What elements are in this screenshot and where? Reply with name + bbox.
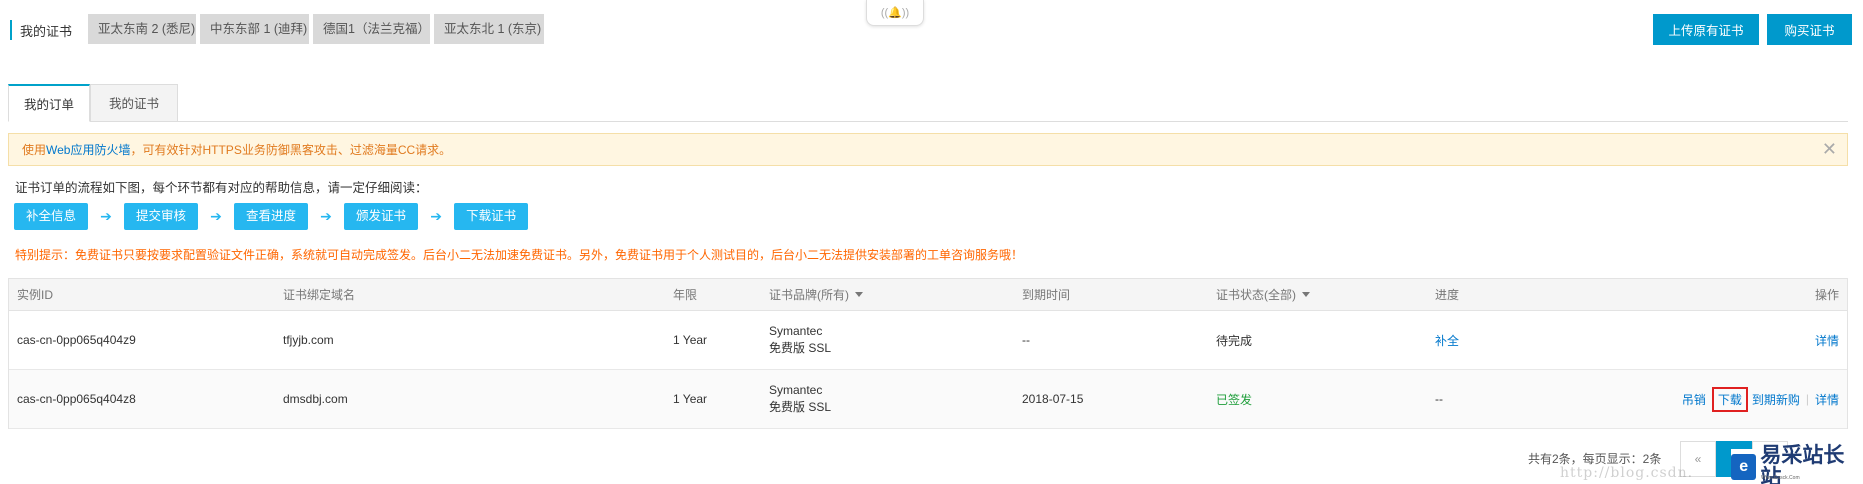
- col-status-filter[interactable]: 证书状态(全部): [1216, 279, 1310, 310]
- arrow-right-icon: ➔: [210, 208, 222, 224]
- step-complete-info[interactable]: 补全信息: [14, 203, 89, 230]
- col-progress: 进度: [1435, 288, 1460, 302]
- page-title: 我的证书: [20, 23, 73, 39]
- order-tabs: 我的订单 我的证书: [8, 84, 1848, 122]
- brand-edition: 免费版 SSL: [769, 341, 832, 355]
- col-actions: 操作: [1814, 288, 1839, 302]
- flow-description: 证书订单的流程如下图，每个环节都有对应的帮助信息，请一定仔细阅读：: [15, 181, 428, 195]
- revoke-link[interactable]: 吊销: [1682, 391, 1706, 408]
- logo-subtext: Www.Easck.Com: [1761, 475, 1800, 481]
- complete-info-link[interactable]: 补全: [1435, 311, 1459, 369]
- instance-id: cas-cn-0pp065q404z9: [17, 333, 136, 347]
- upload-certificate-button[interactable]: 上传原有证书: [1653, 14, 1759, 45]
- col-brand-filter[interactable]: 证书品牌(所有): [769, 279, 863, 310]
- year: 1 Year: [673, 333, 708, 347]
- order-flow-steps: 补全信息 ➔ 提交审核 ➔ 查看进度 ➔ 颁发证书 ➔ 下载证书: [14, 203, 529, 230]
- status-badge: 已签发: [1216, 392, 1253, 407]
- col-status-label: 证书状态(全部): [1216, 288, 1296, 302]
- expire-date: 2018-07-15: [1022, 392, 1084, 406]
- arrow-right-icon: ➔: [320, 208, 332, 224]
- orders-table: 实例ID 证书绑定域名 年限 证书品牌(所有) 到期时间 证书状态(全部) 进度…: [8, 278, 1848, 429]
- notification-bell-icon[interactable]: ((🔔)): [866, 0, 924, 26]
- download-link[interactable]: 下载: [1711, 386, 1748, 412]
- waf-link[interactable]: Web应用防火墙: [46, 141, 130, 158]
- logo-mark-icon: e: [1731, 453, 1757, 480]
- col-instance-id: 实例ID: [17, 288, 54, 302]
- buy-certificate-button[interactable]: 购买证书: [1767, 14, 1852, 45]
- region-tab-dubai[interactable]: 中东东部 1 (迪拜): [200, 14, 309, 44]
- brand-name: Symantec: [769, 324, 823, 338]
- region-tab-sydney[interactable]: 亚太东南 2 (悉尼): [88, 14, 196, 44]
- step-issue-cert[interactable]: 颁发证书: [344, 203, 419, 230]
- site-logo: e 易采站长站 Www.Easck.Com: [1731, 444, 1863, 484]
- brand: Symantec 免费版 SSL: [769, 311, 831, 369]
- action-separator: |: [1805, 392, 1809, 406]
- step-download-cert[interactable]: 下载证书: [454, 203, 529, 230]
- status-badge: 待完成: [1216, 333, 1253, 348]
- chevron-down-icon: [855, 292, 863, 297]
- chevron-down-icon: [1302, 292, 1310, 297]
- table-row: cas-cn-0pp065q404z9 tfjyjb.com 1 Year Sy…: [9, 311, 1847, 370]
- brand-name: Symantec: [769, 383, 823, 397]
- table-row: cas-cn-0pp065q404z8 dmsdbj.com 1 Year Sy…: [9, 370, 1847, 429]
- expire-date: --: [1022, 333, 1030, 347]
- year: 1 Year: [673, 392, 708, 406]
- step-check-progress[interactable]: 查看进度: [234, 203, 309, 230]
- region-tab-tokyo[interactable]: 亚太东北 1 (东京): [434, 14, 544, 44]
- renew-link[interactable]: 到期新购: [1752, 391, 1800, 408]
- col-brand-label: 证书品牌(所有): [769, 288, 849, 302]
- details-link[interactable]: 详情: [1815, 332, 1839, 349]
- col-domain: 证书绑定域名: [283, 288, 356, 302]
- close-icon[interactable]: ✕: [1822, 140, 1837, 158]
- tab-my-certificates[interactable]: 我的证书: [90, 84, 178, 122]
- tab-my-orders[interactable]: 我的订单: [8, 84, 90, 122]
- col-year: 年限: [673, 288, 698, 302]
- details-link[interactable]: 详情: [1815, 391, 1839, 408]
- arrow-right-icon: ➔: [100, 208, 112, 224]
- alert-text-pre: 使用: [22, 143, 47, 157]
- special-notice: 特别提示：免费证书只要按要求配置验证文件正确，系统就可自动完成签发。后台小二无法…: [15, 248, 1024, 262]
- title-accent-bar: [10, 20, 12, 40]
- watermark-url: http://blog.csdn.: [1560, 465, 1694, 481]
- domain: tfjyjb.com: [283, 333, 334, 347]
- domain: dmsdbj.com: [283, 392, 348, 406]
- row-actions: 详情: [1815, 311, 1839, 369]
- step-submit-review[interactable]: 提交审核: [124, 203, 199, 230]
- brand: Symantec 免费版 SSL: [769, 370, 831, 428]
- top-header: 我的证书 亚太东南 2 (悉尼) 中东东部 1 (迪拜) 德国1（法兰克福） 亚…: [0, 0, 1863, 60]
- table-header: 实例ID 证书绑定域名 年限 证书品牌(所有) 到期时间 证书状态(全部) 进度…: [9, 279, 1847, 311]
- waf-promo-alert: 使用 Web应用防火墙 ，可有效针对HTTPS业务防御黑客攻击、过滤海量CC请求…: [8, 133, 1848, 166]
- col-expire: 到期时间: [1022, 288, 1071, 302]
- region-tabs: 亚太东南 2 (悉尼) 中东东部 1 (迪拜) 德国1（法兰克福） 亚太东北 1…: [88, 14, 544, 44]
- arrow-right-icon: ➔: [430, 208, 442, 224]
- alert-text-post: ，可有效针对HTTPS业务防御黑客攻击、过滤海量CC请求。: [130, 143, 452, 157]
- region-tab-frankfurt[interactable]: 德国1（法兰克福）: [313, 14, 430, 44]
- row-actions: 吊销 下载 到期新购 | 详情: [1682, 370, 1839, 428]
- instance-id: cas-cn-0pp065q404z8: [17, 392, 136, 406]
- progress: --: [1435, 392, 1443, 406]
- page-title-wrap: 我的证书: [10, 19, 72, 41]
- brand-edition: 免费版 SSL: [769, 400, 832, 414]
